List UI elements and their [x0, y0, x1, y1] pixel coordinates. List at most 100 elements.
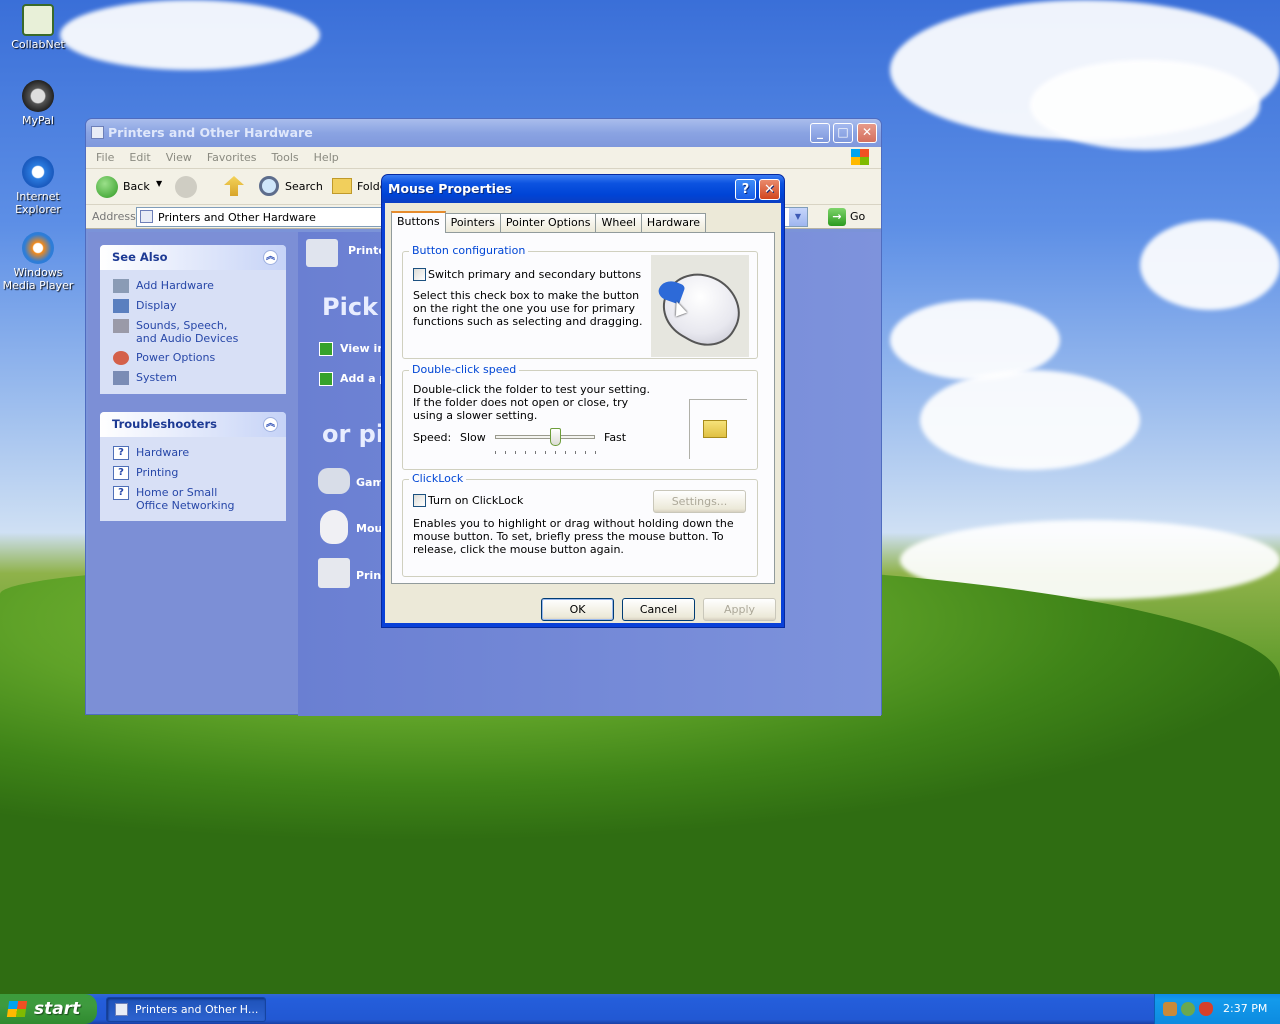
close-button[interactable]: ✕ [857, 123, 877, 143]
slider-ticks [495, 451, 596, 454]
collapse-chevron-icon[interactable]: ︽ [263, 250, 278, 265]
close-button[interactable]: ✕ [759, 179, 780, 200]
help-button[interactable]: ? [735, 179, 756, 200]
forward-arrow-icon[interactable] [175, 176, 197, 198]
system-icon [113, 371, 129, 385]
link-label: Power Options [136, 351, 216, 364]
taskbar: start Printers and Other H... 2:37 PM [0, 994, 1280, 1024]
slider-tick [505, 451, 506, 454]
clock[interactable]: 2:37 PM [1223, 994, 1267, 1024]
media-player-icon [22, 232, 54, 264]
mouse-link[interactable]: Mou [356, 522, 382, 535]
task-view-installed[interactable]: View in [340, 342, 385, 355]
printer-folder-icon [91, 126, 104, 139]
start-label: start [34, 999, 81, 1019]
display-icon [113, 299, 129, 313]
mouse-icon[interactable] [320, 510, 348, 544]
search-button[interactable]: Search [285, 180, 323, 193]
menu-favorites[interactable]: Favorites [207, 147, 257, 168]
tray-app-icon[interactable] [1163, 1002, 1177, 1016]
up-folder-icon[interactable] [224, 176, 244, 196]
menu-tools[interactable]: Tools [272, 147, 299, 168]
clicklock-label[interactable]: Turn on ClickLock [428, 494, 523, 507]
cloud [890, 300, 1060, 380]
dialog-titlebar[interactable]: Mouse Properties ? ✕ [382, 175, 784, 203]
minimize-button[interactable]: _ [810, 123, 830, 143]
tray-network-icon[interactable] [1181, 1002, 1195, 1016]
link-sounds[interactable]: Sounds, Speech, and Audio Devices [100, 316, 286, 348]
link-label: Home or Small Office Networking [136, 486, 235, 512]
go-button[interactable]: Go [850, 210, 865, 223]
tab-pointer-options[interactable]: Pointer Options [499, 213, 597, 232]
tab-hardware[interactable]: Hardware [640, 213, 707, 232]
desktop-icon-label: MyPal [22, 114, 54, 127]
menu-file[interactable]: File [96, 147, 114, 168]
windows-flag-icon [6, 1001, 28, 1017]
clicklock-group: ClickLock Turn on ClickLock Settings... … [402, 472, 758, 577]
link-add-hardware[interactable]: Add Hardware [100, 276, 286, 296]
taskbar-button-explorer[interactable]: Printers and Other H... [106, 997, 266, 1022]
panel-header[interactable]: See Also ︽ [100, 245, 286, 270]
address-value: Printers and Other Hardware [158, 211, 316, 224]
desktop-icon-internet-explorer[interactable]: Internet Explorer [0, 156, 76, 216]
clicklock-description: Enables you to highlight or drag without… [413, 517, 734, 556]
back-dropdown-icon[interactable]: ▼ [156, 179, 162, 188]
menu-help[interactable]: Help [314, 147, 339, 168]
tab-wheel[interactable]: Wheel [595, 213, 642, 232]
link-hardware-troubleshooter[interactable]: ? Hardware [100, 443, 286, 463]
clicklock-checkbox[interactable] [413, 494, 426, 507]
link-system[interactable]: System [100, 368, 286, 388]
window-title: Printers and Other Hardware [108, 125, 313, 140]
link-power-options[interactable]: Power Options [100, 348, 286, 368]
menu-view[interactable]: View [166, 147, 192, 168]
test-area[interactable] [689, 399, 747, 459]
switch-buttons-checkbox[interactable] [413, 268, 426, 281]
internet-explorer-icon [22, 156, 54, 188]
pick-icon-heading: or pi [322, 420, 385, 448]
switch-buttons-label[interactable]: Switch primary and secondary buttons [428, 268, 641, 281]
link-label: Printing [136, 466, 179, 479]
button-config-description: Select this check box to make the button… [413, 289, 643, 328]
desktop-icon-collabnet[interactable]: CollabNet [0, 4, 76, 51]
power-options-icon [113, 351, 129, 365]
printers-faxes-icon[interactable] [318, 558, 350, 588]
cancel-button[interactable]: Cancel [622, 598, 695, 621]
panel-header[interactable]: Troubleshooters ︽ [100, 412, 286, 437]
speed-slider-thumb[interactable] [550, 428, 561, 446]
tab-buttons[interactable]: Buttons [391, 211, 446, 233]
tab-pointers[interactable]: Pointers [444, 213, 501, 232]
maximize-button[interactable]: □ [833, 123, 853, 143]
game-controllers-icon[interactable] [318, 468, 350, 494]
collapse-chevron-icon[interactable]: ︽ [263, 417, 278, 432]
link-networking-troubleshooter[interactable]: ? Home or Small Office Networking [100, 483, 286, 515]
test-folder-icon[interactable] [703, 420, 727, 438]
troubleshooters-panel: Troubleshooters ︽ ? Hardware ? Printing ? H… [100, 412, 286, 521]
slider-tick [545, 451, 546, 454]
go-arrow-icon[interactable]: → [828, 208, 846, 226]
settings-button[interactable]: Settings... [653, 490, 746, 513]
pick-task-heading: Pick [322, 293, 379, 321]
task-arrow-icon [319, 342, 333, 356]
explorer-titlebar[interactable]: Printers and Other Hardware _ □ ✕ [86, 119, 881, 147]
game-controllers-link[interactable]: Gam [356, 476, 384, 489]
back-arrow-icon[interactable] [96, 176, 118, 198]
apply-button[interactable]: Apply [703, 598, 776, 621]
link-printing-troubleshooter[interactable]: ? Printing [100, 463, 286, 483]
folders-icon[interactable] [332, 178, 352, 194]
search-icon[interactable] [259, 176, 279, 196]
slider-tick [575, 451, 576, 454]
double-click-speed-group: Double-click speed Double-click the fold… [402, 363, 758, 470]
start-button[interactable]: start [0, 994, 97, 1024]
menu-edit[interactable]: Edit [129, 147, 150, 168]
printer-folder-icon [115, 1003, 128, 1016]
back-button[interactable]: Back [123, 180, 150, 193]
dialog-title: Mouse Properties [388, 181, 512, 196]
desktop-icon-mypal[interactable]: MyPal [0, 80, 76, 127]
ok-button[interactable]: OK [541, 598, 614, 621]
tray-security-shield-icon[interactable] [1199, 1002, 1213, 1016]
link-display[interactable]: Display [100, 296, 286, 316]
desktop-icon-media-player[interactable]: Windows Media Player [0, 232, 76, 292]
speed-slider-track[interactable] [495, 435, 595, 439]
help-icon: ? [113, 446, 129, 460]
address-dropdown-icon[interactable]: ▼ [789, 208, 807, 226]
